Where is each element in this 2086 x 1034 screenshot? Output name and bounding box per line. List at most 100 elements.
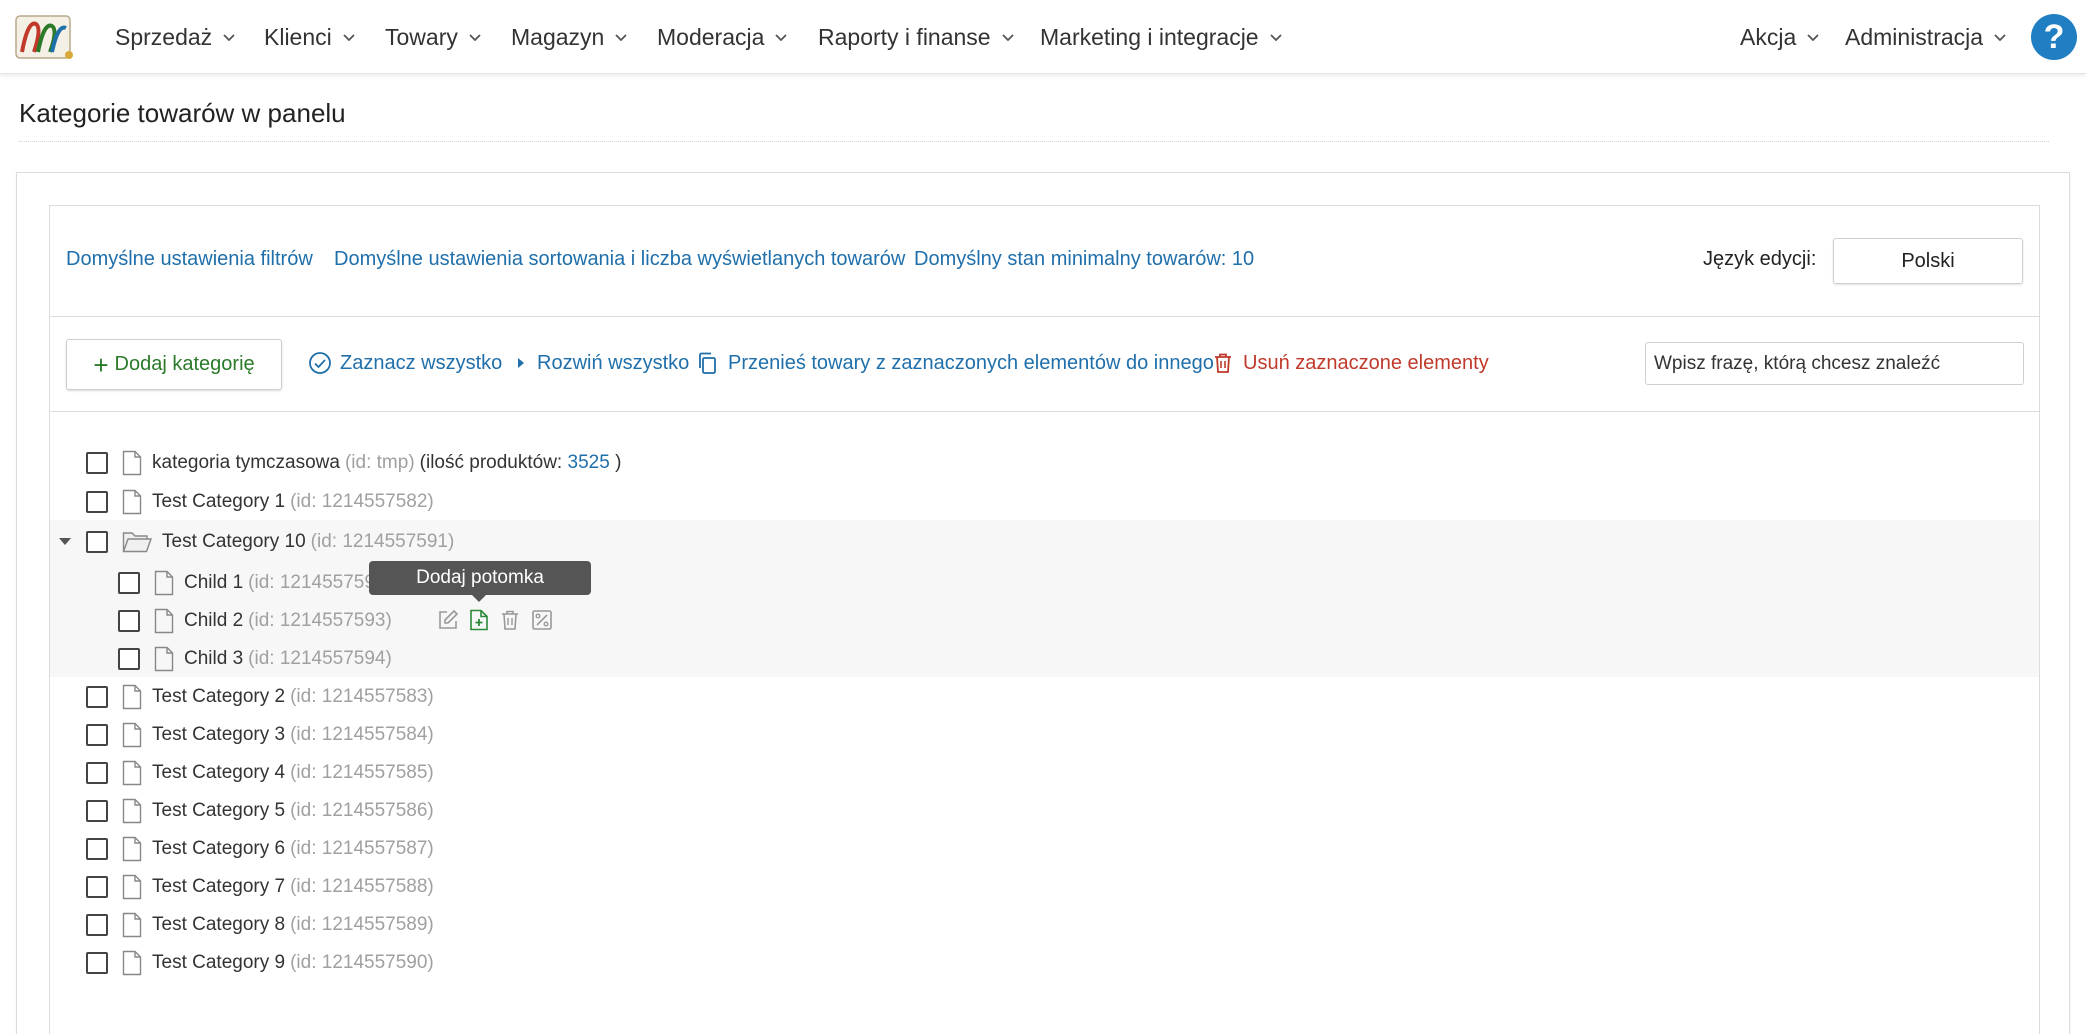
expand-all-label: Rozwiń wszystko — [537, 351, 690, 374]
nav-raporty[interactable]: Raporty i finanse — [818, 24, 1015, 51]
category-name[interactable]: Test Category 9 — [152, 952, 285, 974]
category-name[interactable]: Child 1 — [184, 572, 243, 594]
category-id: (id: 1214557585) — [290, 762, 434, 783]
category-name[interactable]: Test Category 4 — [152, 762, 285, 784]
toolbar-divider — [50, 411, 2039, 412]
chevron-down-icon — [1001, 33, 1014, 41]
file-icon — [122, 836, 142, 862]
tree-row: Test Category 4 (id: 1214557585) — [86, 758, 434, 788]
category-checkbox[interactable] — [86, 838, 108, 860]
edit-language-value: Polski — [1901, 249, 1955, 272]
category-name[interactable]: Test Category 3 — [152, 724, 285, 746]
file-icon — [122, 874, 142, 900]
collapse-caret-icon[interactable] — [59, 538, 71, 545]
edit-language-select[interactable]: Polski — [1833, 238, 2023, 284]
category-checkbox[interactable] — [118, 610, 140, 632]
category-id: (id: 1214557583) — [290, 686, 434, 707]
nav-akcja-label: Akcja — [1740, 24, 1797, 50]
file-icon — [122, 450, 142, 476]
nav-marketing[interactable]: Marketing i integracje — [1040, 24, 1283, 51]
select-all-label: Zaznacz wszystko — [340, 351, 503, 374]
add-category-button[interactable]: + Dodaj kategorię — [66, 339, 282, 390]
nav-raporty-label: Raporty i finanse — [818, 24, 991, 50]
default-sorting-link[interactable]: Domyślne ustawienia sortowania i liczba … — [334, 248, 905, 271]
category-checkbox[interactable] — [86, 531, 108, 553]
nav-klienci-label: Klienci — [264, 24, 332, 50]
nav-moderacja[interactable]: Moderacja — [657, 24, 788, 51]
category-id: (id: 121455759 — [248, 572, 375, 593]
file-icon — [122, 760, 142, 786]
chevron-down-icon — [775, 33, 788, 41]
tree-row-temporary: kategoria tymczasowa (id: tmp) (ilość pr… — [86, 448, 621, 478]
category-name[interactable]: Child 2 — [184, 610, 243, 632]
category-id: (id: 1214557593) — [248, 610, 392, 631]
category-checkbox[interactable] — [86, 800, 108, 822]
category-id: (id: 1214557589) — [290, 914, 434, 935]
category-id: (id: tmp) — [344, 452, 415, 473]
tooltip-arrow — [472, 595, 486, 602]
file-icon — [154, 608, 174, 634]
category-checkbox[interactable] — [86, 876, 108, 898]
nav-towary[interactable]: Towary — [385, 24, 482, 51]
category-id: (id: 1214557591) — [310, 531, 455, 552]
default-filters-link[interactable]: Domyślne ustawienia filtrów — [66, 248, 313, 271]
tree-row: Test Category 8 (id: 1214557589) — [86, 910, 434, 940]
category-checkbox[interactable] — [118, 648, 140, 670]
category-checkbox[interactable] — [86, 724, 108, 746]
category-checkbox[interactable] — [86, 952, 108, 974]
nav-sprzedaz-label: Sprzedaż — [115, 24, 213, 50]
category-name[interactable]: Test Category 5 — [152, 800, 285, 822]
help-button[interactable]: ? — [2031, 14, 2077, 60]
add-child-icon[interactable] — [469, 609, 489, 631]
discount-icon[interactable] — [531, 609, 553, 631]
product-count-value[interactable]: 3525 — [568, 452, 610, 473]
nav-akcja[interactable]: Akcja — [1740, 24, 1820, 51]
category-name[interactable]: Test Category 8 — [152, 914, 285, 936]
tree-row: Test Category 7 (id: 1214557588) — [86, 872, 434, 902]
category-checkbox[interactable] — [86, 686, 108, 708]
nav-marketing-label: Marketing i integracje — [1040, 24, 1259, 50]
category-checkbox[interactable] — [118, 572, 140, 594]
delete-icon[interactable] — [499, 609, 521, 631]
chevron-down-icon — [1994, 33, 2006, 41]
nav-magazyn[interactable]: Magazyn — [511, 24, 628, 51]
category-id: (id: 1214557584) — [290, 724, 434, 745]
nav-administracja-label: Administracja — [1845, 24, 1984, 50]
edit-icon[interactable] — [437, 609, 459, 631]
category-checkbox[interactable] — [86, 452, 108, 474]
page-title: Kategorie towarów w panelu — [19, 98, 346, 128]
nav-sprzedaz[interactable]: Sprzedaż — [115, 24, 236, 51]
category-id: (id: 1214557590) — [290, 952, 434, 973]
category-id: (id: 1214557582) — [290, 491, 434, 512]
category-name[interactable]: kategoria tymczasowa — [152, 452, 340, 474]
default-min-stock-link[interactable]: Domyślny stan minimalny towarów: 10 — [914, 248, 1254, 271]
copy-icon — [699, 352, 716, 374]
app-logo[interactable] — [14, 12, 76, 62]
file-icon — [122, 912, 142, 938]
move-products-button[interactable]: Przenieś towary z zaznaczonych elementów… — [696, 351, 1214, 375]
category-name[interactable]: Test Category 10 — [162, 531, 306, 553]
category-checkbox[interactable] — [86, 914, 108, 936]
category-name[interactable]: Child 3 — [184, 648, 243, 670]
product-count-prefix: (ilość produktów: — [419, 452, 563, 473]
expand-all-button[interactable]: Rozwiń wszystko — [515, 351, 689, 375]
tree-row: Test Category 3 (id: 1214557584) — [86, 720, 434, 750]
category-checkbox[interactable] — [86, 762, 108, 784]
tree-row-child: Child 3 (id: 1214557594) — [118, 644, 392, 674]
chevron-down-icon — [469, 33, 481, 41]
tree-row: Test Category 6 (id: 1214557587) — [86, 834, 434, 864]
nav-klienci[interactable]: Klienci — [264, 24, 356, 51]
category-checkbox[interactable] — [86, 491, 108, 513]
category-name[interactable]: Test Category 1 — [152, 491, 285, 513]
title-divider — [19, 141, 2049, 142]
nav-administracja[interactable]: Administracja — [1845, 24, 2007, 51]
category-search-input[interactable] — [1645, 342, 2024, 385]
category-name[interactable]: Test Category 7 — [152, 876, 285, 898]
chevron-down-icon — [223, 33, 235, 41]
move-products-label: Przenieś towary z zaznaczonych elementów… — [728, 351, 1214, 374]
delete-selected-button[interactable]: Usuń zaznaczone elementy — [1211, 351, 1489, 375]
tree-row: Test Category 9 (id: 1214557590) — [86, 948, 434, 978]
category-name[interactable]: Test Category 6 — [152, 838, 285, 860]
category-name[interactable]: Test Category 2 — [152, 686, 285, 708]
select-all-button[interactable]: Zaznacz wszystko — [308, 351, 502, 375]
